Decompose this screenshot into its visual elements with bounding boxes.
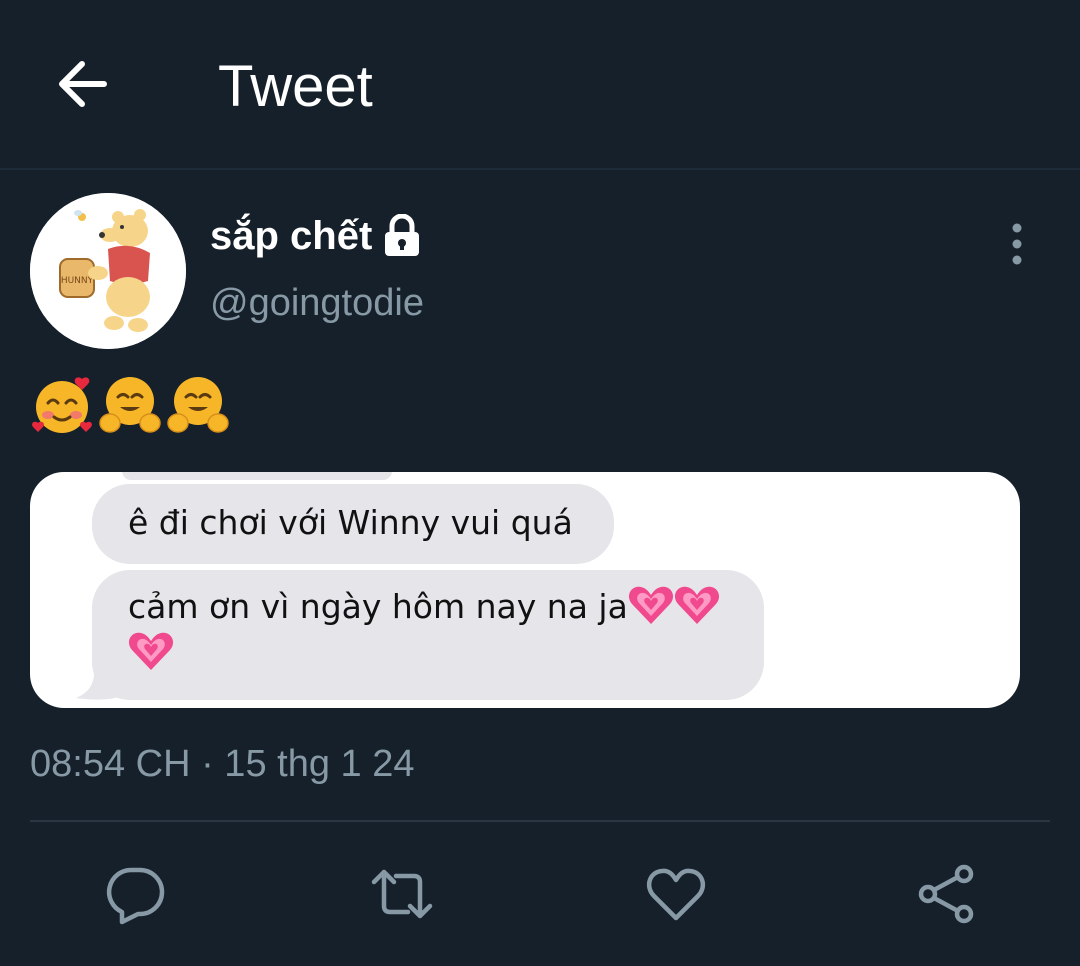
cropped-message-bubble <box>122 472 392 480</box>
share-icon <box>918 864 974 924</box>
retweet-button[interactable] <box>370 862 434 926</box>
hugging-face-emoji <box>167 377 229 433</box>
tweet-detail-page: Tweet HUNNY sắp chết @goingtodie ê đi ch… <box>0 0 1080 966</box>
display-name-text: sắp chết <box>210 214 373 258</box>
tweet-text <box>30 372 230 438</box>
heart-icon <box>646 868 706 921</box>
more-options-button[interactable] <box>998 222 1036 266</box>
message-bubble: ê đi chơi với Winny vui quá <box>92 484 614 564</box>
page-title: Tweet <box>218 54 373 119</box>
growing-heart-emoji <box>628 586 673 624</box>
hugging-face-emoji <box>99 377 161 433</box>
winnie-the-pooh-avatar: HUNNY <box>30 193 186 349</box>
author-display-name[interactable]: sắp chết <box>210 212 422 260</box>
author-handle[interactable]: @goingtodie <box>210 280 424 326</box>
growing-heart-emoji <box>128 632 174 670</box>
smiling-face-with-hearts-emoji <box>32 377 92 433</box>
more-vertical-icon <box>1012 223 1022 265</box>
reply-icon <box>106 867 165 925</box>
hunny-jar-label: HUNNY <box>61 276 94 286</box>
message-bubble: cảm ơn vì ngày hôm nay na ja <box>92 570 764 700</box>
reply-button[interactable] <box>104 862 168 926</box>
like-button[interactable] <box>644 862 708 926</box>
divider <box>30 820 1050 822</box>
retweet-icon <box>371 869 433 919</box>
share-button[interactable] <box>914 862 978 926</box>
message-text: cảm ơn vì ngày hôm nay na ja <box>128 587 628 626</box>
growing-heart-emoji <box>674 586 719 624</box>
message-text: ê đi chơi với Winny vui quá <box>128 503 573 542</box>
tweet-media-image[interactable]: ê đi chơi với Winny vui quá cảm ơn vì ng… <box>30 472 1020 708</box>
lock-icon <box>385 214 420 256</box>
avatar[interactable]: HUNNY <box>30 193 186 349</box>
top-app-bar: Tweet <box>0 0 1080 170</box>
arrow-left-icon <box>59 61 107 107</box>
back-button[interactable] <box>52 52 116 116</box>
tweet-timestamp: 08:54 CH · 15 thg 1 24 <box>30 743 415 785</box>
